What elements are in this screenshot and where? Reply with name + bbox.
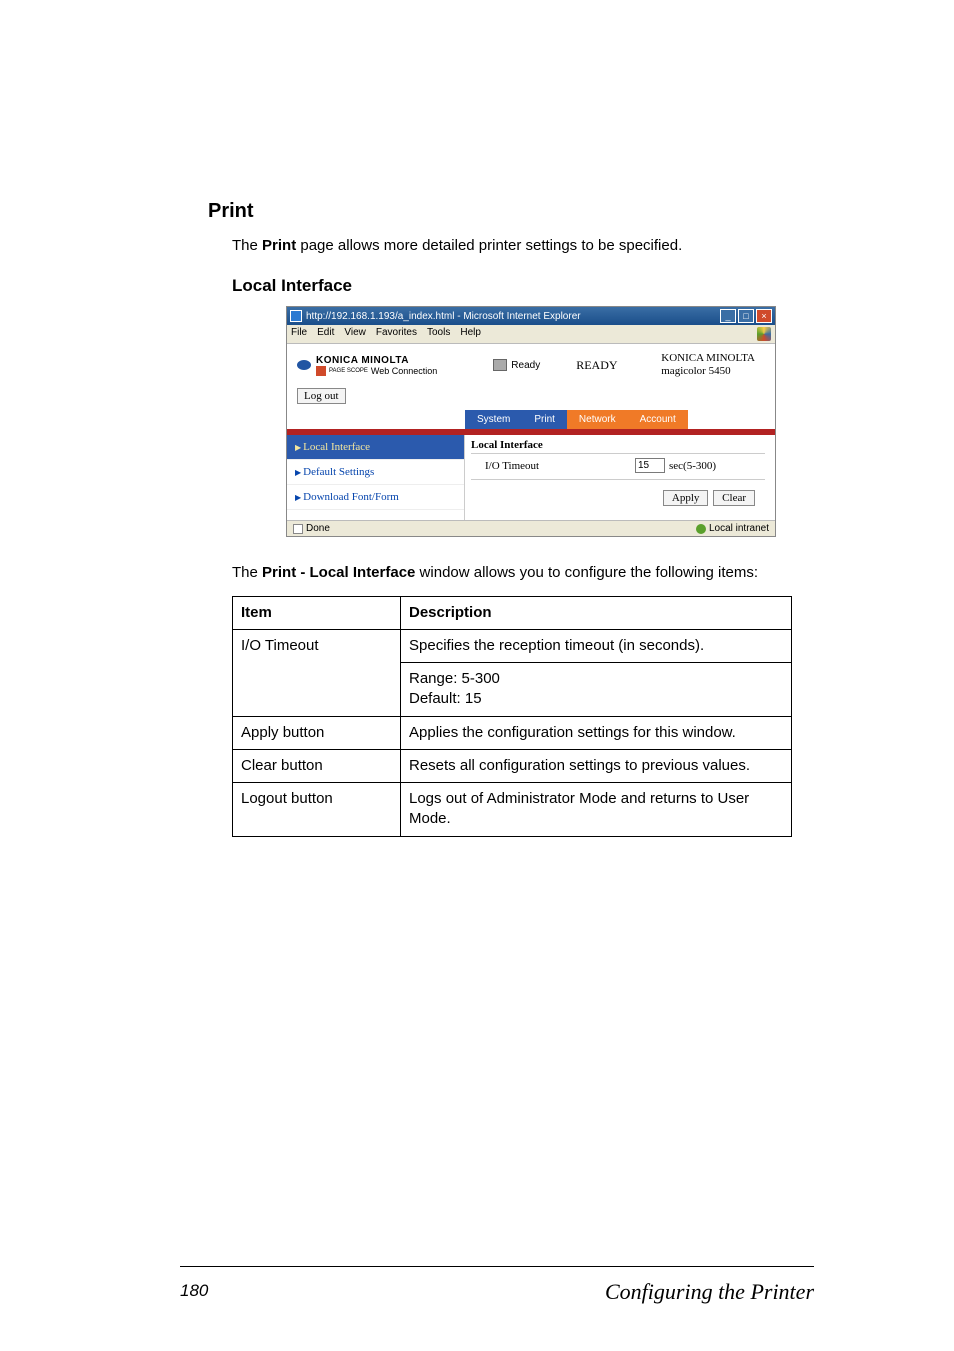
heading-print: Print xyxy=(208,200,814,223)
done-icon xyxy=(293,524,303,534)
status-ready: READY xyxy=(576,358,617,373)
model-info: KONICA MINOLTA magicolor 5450 xyxy=(661,352,765,378)
tab-network[interactable]: Network xyxy=(567,410,628,429)
cell-item: Logout button xyxy=(233,783,401,837)
menu-help[interactable]: Help xyxy=(460,327,481,341)
ie-page-icon xyxy=(290,310,302,322)
statusbar-zone: Local intranet xyxy=(709,523,769,534)
intro-bold: Print xyxy=(262,237,296,254)
pagescope-icon xyxy=(316,366,326,376)
minimize-button[interactable]: _ xyxy=(720,309,736,323)
table-row: Logout button Logs out of Administrator … xyxy=(233,783,792,837)
menu-file[interactable]: File xyxy=(291,327,307,341)
menu-tools[interactable]: Tools xyxy=(427,327,450,341)
menu-favorites[interactable]: Favorites xyxy=(376,327,417,341)
cell-desc: Specifies the reception timeout (in seco… xyxy=(401,629,792,662)
subbrand-text: Web Connection xyxy=(371,366,437,376)
intranet-icon xyxy=(696,524,706,534)
io-timeout-label: I/O Timeout xyxy=(485,460,635,472)
intro-text: The Print page allows more detailed prin… xyxy=(232,237,814,254)
model-line1: KONICA MINOLTA xyxy=(661,352,755,365)
desc-text: The Print - Local Interface window allow… xyxy=(232,563,792,583)
ie-logo-icon xyxy=(757,327,771,341)
cell-extra: Range: 5-300 Default: 15 xyxy=(401,663,792,717)
cell-desc: Applies the configuration settings for t… xyxy=(401,716,792,749)
items-table: Item Description I/O Timeout Specifies t… xyxy=(232,596,792,837)
footer-title: Configuring the Printer xyxy=(605,1279,814,1305)
sidebar-item-default-settings[interactable]: ▶Default Settings xyxy=(287,460,464,485)
window-title: http://192.168.1.193/a_index.html - Micr… xyxy=(306,311,720,322)
th-desc: Description xyxy=(401,596,792,629)
screenshot-window: http://192.168.1.193/a_index.html - Micr… xyxy=(286,306,776,537)
desc-bold: Print - Local Interface xyxy=(262,564,415,581)
desc-post: window allows you to configure the follo… xyxy=(415,564,758,581)
cell-desc: Logs out of Administrator Mode and retur… xyxy=(401,783,792,837)
logout-button[interactable]: Log out xyxy=(297,388,346,404)
statusbar-done: Done xyxy=(306,523,330,534)
printer-icon xyxy=(493,359,507,371)
io-timeout-input[interactable] xyxy=(635,458,665,473)
pagescope-prefix: PAGE SCOPE xyxy=(329,368,368,374)
cell-item: Apply button xyxy=(233,716,401,749)
tab-account[interactable]: Account xyxy=(628,410,688,429)
cell-desc: Resets all configuration settings to pre… xyxy=(401,749,792,782)
model-line2: magicolor 5450 xyxy=(661,365,755,378)
clear-button[interactable]: Clear xyxy=(713,490,755,506)
side-nav: ▶Local Interface ▶Default Settings ▶Down… xyxy=(287,435,465,520)
maximize-button[interactable]: □ xyxy=(738,309,754,323)
heading-local-interface: Local Interface xyxy=(232,276,814,296)
km-oval-icon xyxy=(297,360,311,370)
tab-print[interactable]: Print xyxy=(522,410,567,429)
desc-pre: The xyxy=(232,564,262,581)
cell-item: Clear button xyxy=(233,749,401,782)
menu-edit[interactable]: Edit xyxy=(317,327,334,341)
menu-bar: File Edit View Favorites Tools Help xyxy=(287,325,775,344)
ready-label: Ready xyxy=(511,360,540,371)
brand-name: KONICA MINOLTA xyxy=(316,355,437,366)
page-number: 180 xyxy=(180,1281,208,1301)
table-row: Clear button Resets all configuration se… xyxy=(233,749,792,782)
io-timeout-range: sec(5-300) xyxy=(669,460,716,472)
tab-underline xyxy=(287,429,775,435)
table-row: I/O Timeout Specifies the reception time… xyxy=(233,629,792,662)
menu-view[interactable]: View xyxy=(344,327,366,341)
th-item: Item xyxy=(233,596,401,629)
pane-title: Local Interface xyxy=(471,439,765,454)
close-button[interactable]: × xyxy=(756,309,772,323)
intro-post: page allows more detailed printer settin… xyxy=(296,237,682,254)
intro-pre: The xyxy=(232,237,262,254)
footer-rule xyxy=(180,1266,814,1267)
apply-button[interactable]: Apply xyxy=(663,490,709,506)
cell-item: I/O Timeout xyxy=(233,629,401,716)
sidebar-item-download-font-form[interactable]: ▶Download Font/Form xyxy=(287,485,464,510)
tab-system[interactable]: System xyxy=(465,410,522,429)
table-row: Apply button Applies the configuration s… xyxy=(233,716,792,749)
window-titlebar: http://192.168.1.193/a_index.html - Micr… xyxy=(287,307,775,325)
sidebar-item-local-interface[interactable]: ▶Local Interface xyxy=(287,435,464,460)
